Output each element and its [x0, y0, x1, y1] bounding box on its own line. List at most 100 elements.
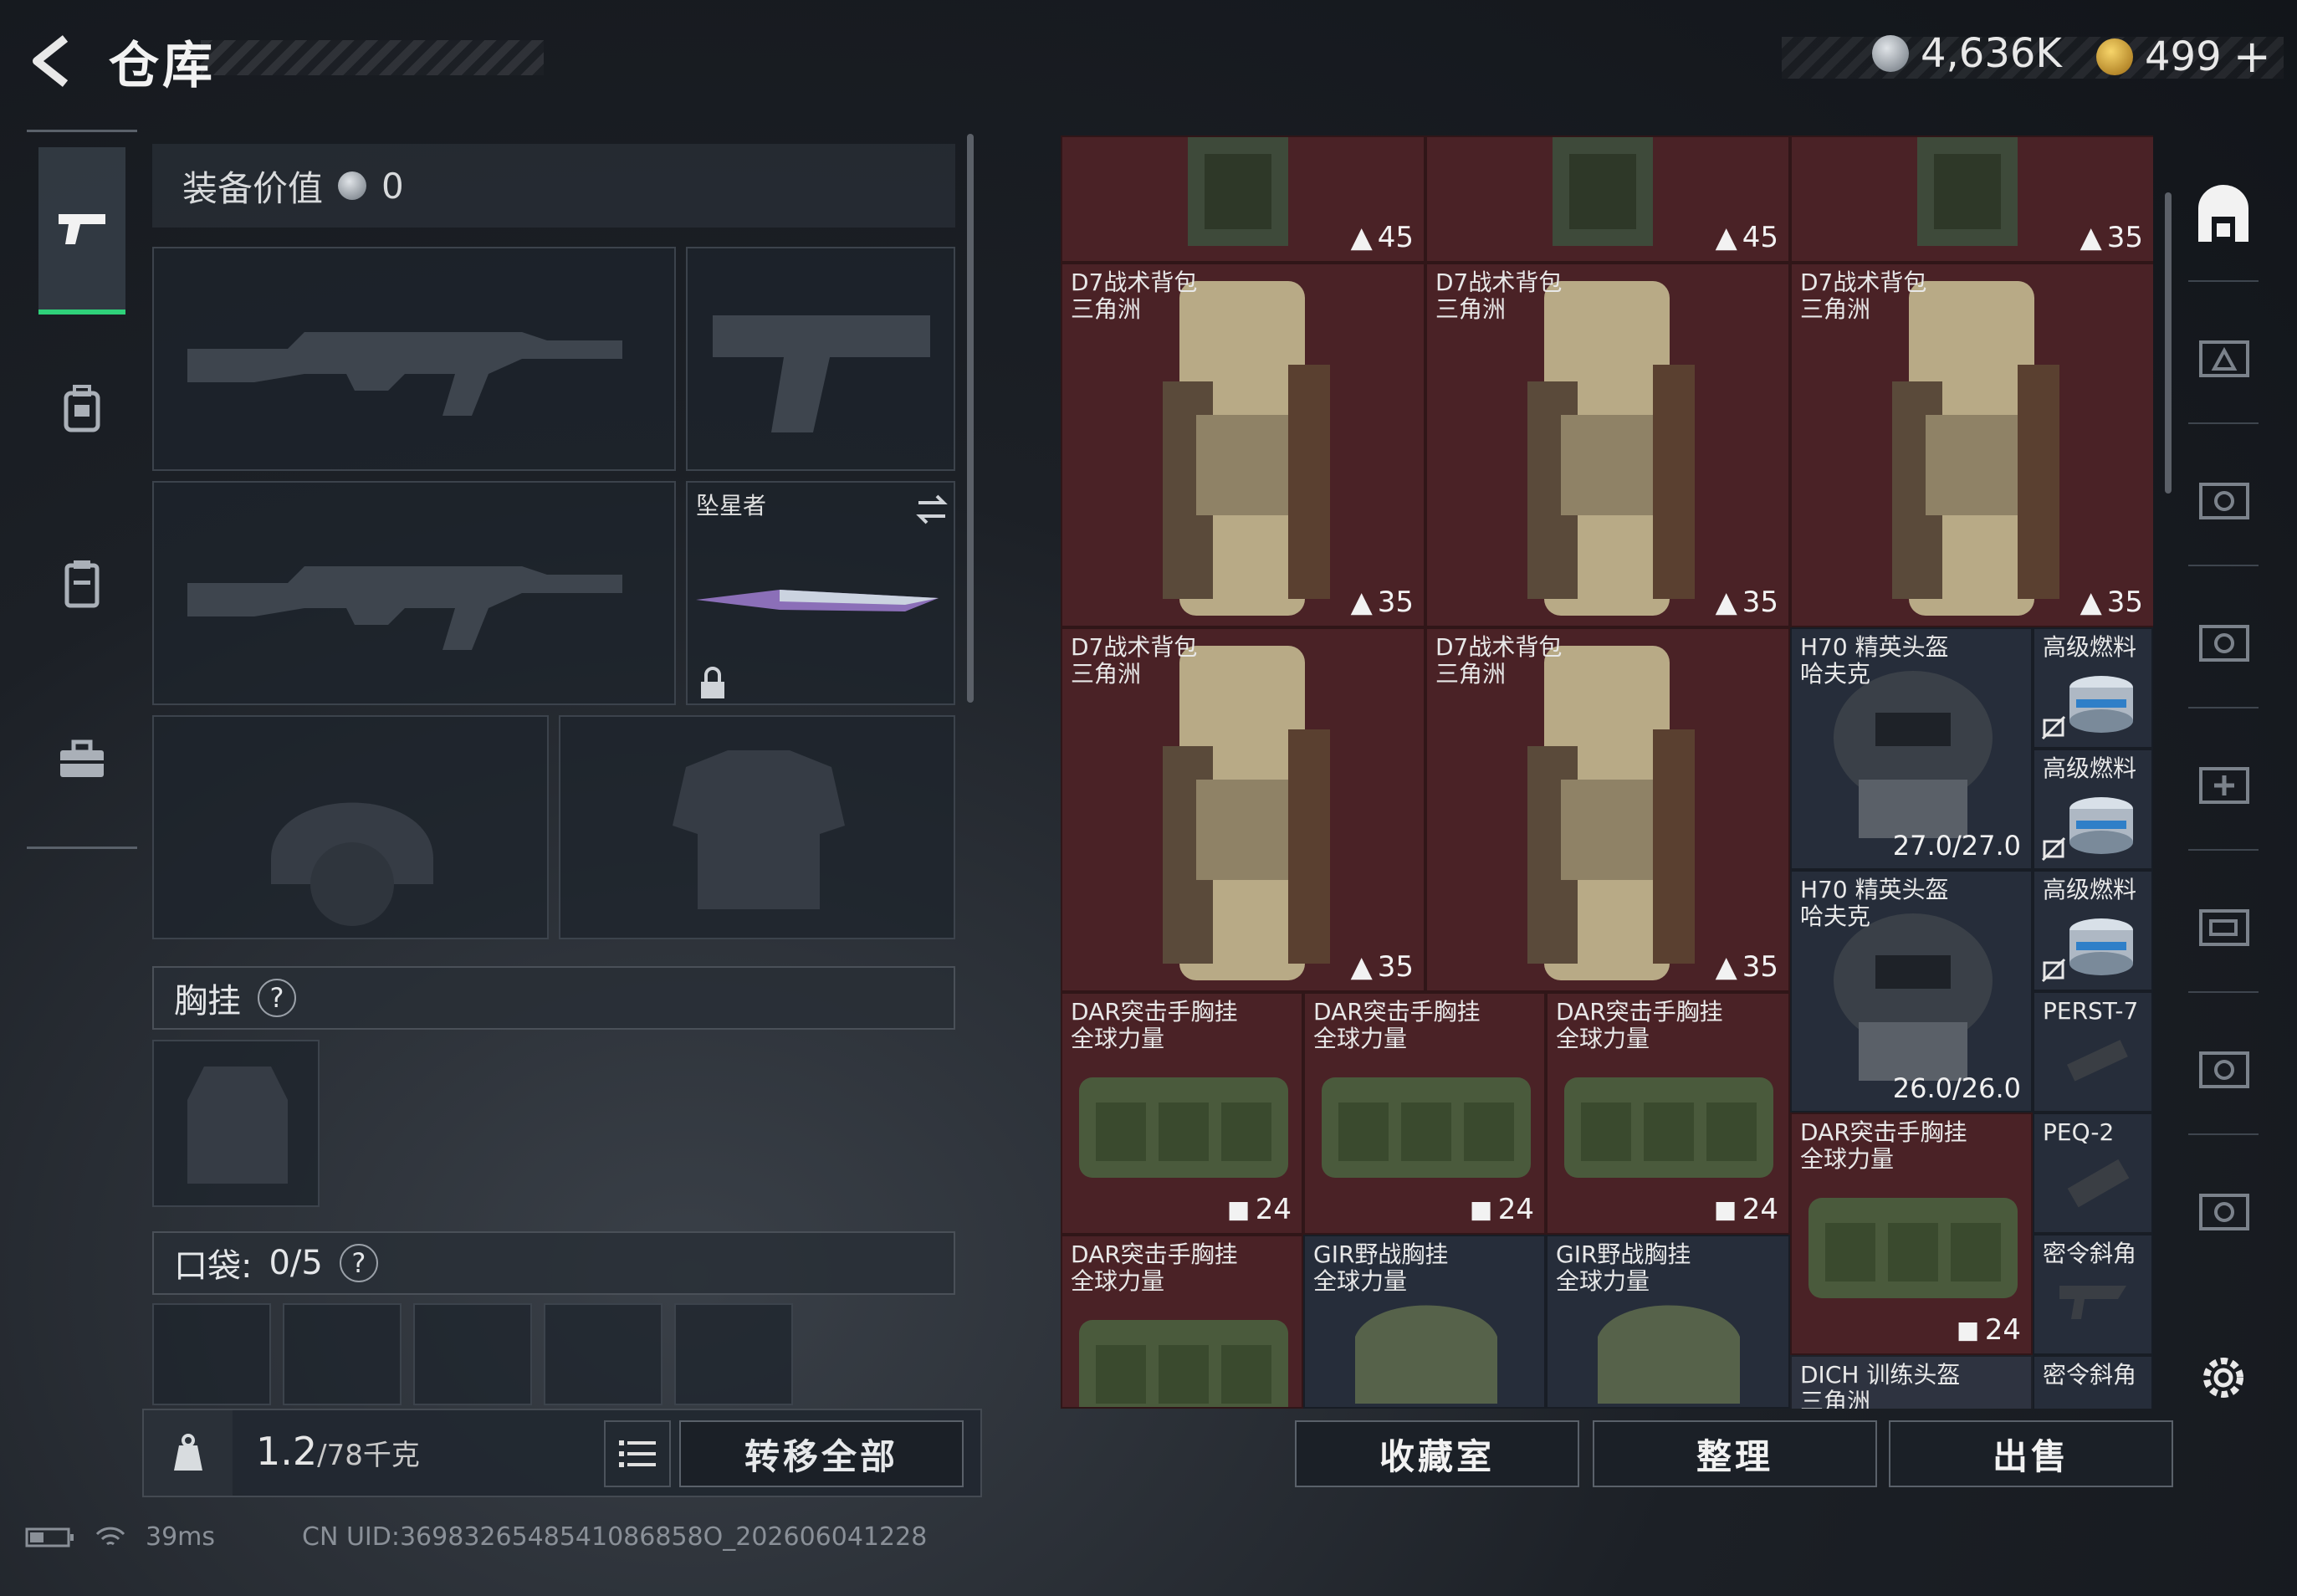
stash-page-5-icon[interactable]: [2188, 464, 2259, 535]
pocket-slot[interactable]: [152, 1303, 271, 1405]
stash-item[interactable]: H70 精英头盔 哈夫克 26.0/26.0: [1790, 870, 2033, 1113]
safe-box-icon[interactable]: [2188, 180, 2259, 250]
stash-item[interactable]: PEQ-2: [2033, 1113, 2153, 1234]
vest-silhouette-icon: [187, 1067, 288, 1184]
item-maker: 三角洲: [1071, 660, 1142, 688]
item-slot-tag: ▲ 45: [1716, 221, 1778, 254]
stash-item[interactable]: GIR野战胸挂 全球力量: [1303, 1235, 1546, 1409]
weight-tag-icon: ▲: [2080, 586, 2102, 619]
add-gold-button[interactable]: +: [2233, 30, 2271, 83]
stash-page-4-icon[interactable]: [2188, 606, 2259, 677]
stash-item[interactable]: DAR突击手胸挂 全球力量 ◼ 24: [1061, 992, 1303, 1235]
melee-slot[interactable]: 坠星者: [686, 481, 955, 705]
equipment-scrollbar[interactable]: [967, 134, 974, 703]
stash-item[interactable]: 密令斜角: [2033, 1355, 2153, 1409]
stash-item[interactable]: D7战术背包 三角洲 ▲ 35: [1790, 263, 2153, 627]
item-slot-tag: ◼ 24: [1714, 1193, 1779, 1226]
stash-item[interactable]: 高级燃料: [2033, 870, 2153, 991]
item-name: D7战术背包 三角洲: [1435, 634, 1562, 688]
stash-item[interactable]: DICH 训练头盔 三角洲: [1790, 1355, 2033, 1409]
item-title: DAR突击手胸挂: [1556, 998, 1723, 1026]
armor-silhouette-icon: [673, 750, 845, 909]
stash-item[interactable]: GIR野战胸挂 全球力量: [1546, 1235, 1790, 1409]
kg-weight-icon: [144, 1410, 233, 1496]
stash-scrollbar[interactable]: [2165, 192, 2172, 494]
item-title: DAR突击手胸挂: [1313, 998, 1481, 1026]
back-arrow-icon[interactable]: [25, 32, 84, 90]
stash-item[interactable]: D7战术背包 三角洲 ▲ 35: [1061, 263, 1425, 627]
stash-item[interactable]: ▲ 45: [1425, 136, 1790, 263]
stash-item[interactable]: PERST-7: [2033, 991, 2153, 1113]
equipment-value-label: 装备价值: [182, 167, 324, 209]
item-name: D7战术背包 三角洲: [1071, 269, 1197, 323]
pocket-help-icon[interactable]: ?: [339, 1244, 378, 1282]
item-maker: 三角洲: [1800, 1388, 1871, 1409]
stash-page-2-icon[interactable]: [2188, 891, 2259, 961]
stash-item[interactable]: ▲ 35: [1790, 136, 2153, 263]
item-name: DAR突击手胸挂 全球力量: [1313, 999, 1481, 1052]
chest-rig-help-icon[interactable]: ?: [258, 979, 296, 1017]
stash-item[interactable]: D7战术背包 三角洲 ▲ 35: [1425, 263, 1790, 627]
stash-page-3-icon[interactable]: [2188, 322, 2259, 392]
stash-item[interactable]: DAR突击手胸挂 全球力量 ◼ 24: [1790, 1113, 2033, 1355]
stash-item[interactable]: H70 精英头盔 哈夫克 27.0/27.0: [1790, 627, 2033, 870]
stash-item[interactable]: D7战术背包 三角洲 ▲ 35: [1061, 627, 1425, 992]
vest-tag-icon: ◼: [1226, 1193, 1251, 1226]
nav-toolbox[interactable]: [38, 676, 125, 843]
equipment-panel: 装备价值 0 坠星者 胸挂 ? 口袋: 0/5 ?: [141, 134, 977, 1405]
carry-weight-max: /78千克: [317, 1439, 420, 1472]
nav-clipboard[interactable]: [38, 500, 125, 668]
armor-slot[interactable]: [559, 715, 955, 939]
tag-value: 45: [1742, 221, 1778, 254]
item-slot-tag: ◼ 24: [1227, 1193, 1292, 1226]
stash-item[interactable]: DAR突击手胸挂 全球力量: [1061, 1235, 1303, 1409]
item-name: 高级燃料: [2043, 634, 2136, 661]
item-title: 高级燃料: [2043, 633, 2137, 661]
nav-backpack[interactable]: [38, 325, 125, 492]
stash-item[interactable]: DAR突击手胸挂 全球力量 ◼ 24: [1546, 992, 1790, 1235]
collection-room-button[interactable]: 收藏室: [1295, 1420, 1579, 1487]
primary-weapon-slot[interactable]: [152, 247, 676, 471]
tag-value: 35: [2106, 221, 2143, 254]
helmet-slot[interactable]: [152, 715, 549, 939]
settings-gear-icon[interactable]: [2188, 1343, 2259, 1413]
secondary-weapon-slot[interactable]: [152, 481, 676, 705]
transfer-all-button[interactable]: 转移全部: [679, 1420, 964, 1487]
stash-item[interactable]: 高级燃料: [2033, 627, 2153, 749]
stash-item[interactable]: 密令斜角: [2033, 1234, 2153, 1355]
stash-page-4c-icon[interactable]: [2188, 1175, 2259, 1246]
item-name: DAR突击手胸挂 全球力量: [1556, 999, 1723, 1052]
sort-button[interactable]: 整理: [1593, 1420, 1877, 1487]
title-stripe: [201, 40, 544, 75]
silver-currency: 4,636K: [1872, 30, 2062, 77]
list-view-button[interactable]: [604, 1420, 671, 1487]
item-name: H70 精英头盔 哈夫克: [1800, 634, 1949, 688]
gold-currency[interactable]: 499 +: [2096, 30, 2271, 83]
pistol-slot[interactable]: [686, 247, 955, 471]
item-maker: 三角洲: [1071, 295, 1142, 323]
stash-item[interactable]: ▲ 45: [1061, 136, 1425, 263]
user-uid: CN UID:3698326548541086858O_202606041228: [302, 1522, 928, 1552]
nav-weapons[interactable]: [38, 147, 125, 315]
stash-item[interactable]: D7战术背包 三角洲 ▲ 35: [1425, 627, 1790, 992]
item-title: D7战术背包: [1435, 633, 1563, 661]
item-title: D7战术背包: [1435, 269, 1563, 296]
silver-amount: 4,636K: [1921, 30, 2062, 77]
swap-icon[interactable]: [913, 491, 950, 528]
stash-page-4b-icon[interactable]: [2188, 1033, 2259, 1103]
stash-item[interactable]: 高级燃料: [2033, 749, 2153, 870]
sell-button[interactable]: 出售: [1889, 1420, 2173, 1487]
pocket-slot[interactable]: [413, 1303, 532, 1405]
pocket-slot[interactable]: [544, 1303, 662, 1405]
item-name: 密令斜角: [2043, 1362, 2136, 1389]
item-title: GIR野战胸挂: [1556, 1240, 1691, 1268]
stash-page-2-medkit-icon[interactable]: [2188, 749, 2259, 819]
item-name: DICH 训练头盔 三角洲: [1800, 1362, 1960, 1409]
item-slot-tag: ▲ 35: [1351, 950, 1414, 984]
pocket-slot[interactable]: [674, 1303, 793, 1405]
item-name: DAR突击手胸挂 全球力量: [1071, 1241, 1238, 1295]
chest-rig-slot[interactable]: [152, 1040, 320, 1207]
item-title: D7战术背包: [1800, 269, 1927, 296]
pocket-slot[interactable]: [283, 1303, 402, 1405]
stash-item[interactable]: DAR突击手胸挂 全球力量 ◼ 24: [1303, 992, 1546, 1235]
